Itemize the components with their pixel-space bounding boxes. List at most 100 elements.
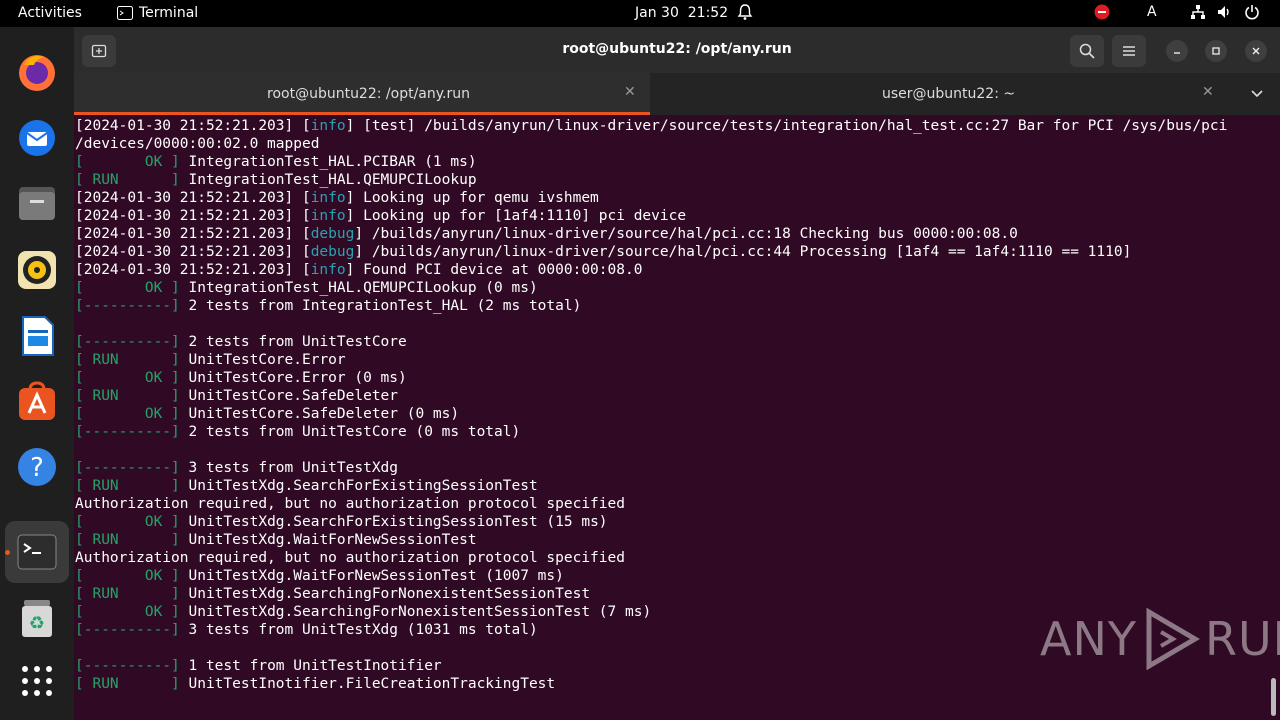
terminal-line: [ RUN ] UnitTestXdg.SearchForExistingSes… [75, 477, 1227, 495]
clock[interactable]: Jan 30 21:52 [635, 5, 728, 21]
status-tag: [ OK ] [75, 514, 180, 530]
tab-root[interactable]: root@ubuntu22: /opt/any.run ✕ [74, 73, 650, 115]
line-text: UnitTestCore.Error [179, 352, 346, 368]
status-tag: [----------] [75, 460, 180, 476]
show-apps-icon[interactable] [16, 660, 58, 702]
tab-label: root@ubuntu22: /opt/any.run [267, 86, 470, 102]
clock-time: 21:52 [687, 5, 729, 21]
log-level: debug [310, 244, 355, 260]
hamburger-icon [1123, 46, 1135, 56]
terminal-line: [ RUN ] UnitTestXdg.SearchingForNonexist… [75, 585, 1227, 603]
line-text: 3 tests from UnitTestXdg [179, 460, 399, 476]
close-icon [1252, 47, 1260, 55]
minimize-button[interactable] [1166, 40, 1188, 62]
line-text: ] Looking up for qemu ivshmem [345, 190, 599, 206]
terminal-line: [ OK ] UnitTestCore.SafeDeleter (0 ms) [75, 405, 1227, 423]
status-tag: [----------] [75, 622, 180, 638]
running-indicator [5, 550, 10, 555]
watermark-text-right: RUN [1204, 612, 1280, 666]
maximize-button[interactable] [1205, 40, 1227, 62]
status-tag: [ OK ] [75, 154, 180, 170]
status-tag: [ RUN ] [75, 532, 180, 548]
line-text: UnitTestXdg.WaitForNewSessionTest [179, 532, 477, 548]
firefox-icon[interactable] [16, 51, 58, 93]
maximize-icon [1212, 47, 1220, 55]
terminal-line: [----------] 2 tests from IntegrationTes… [75, 297, 1227, 315]
search-icon [1079, 43, 1095, 59]
stop-icon[interactable] [1094, 4, 1110, 24]
terminal-line: [ RUN ] UnitTestXdg.WaitForNewSessionTes… [75, 531, 1227, 549]
log-level: debug [310, 226, 355, 242]
status-tag: [ OK ] [75, 280, 180, 296]
chevron-down-icon[interactable] [1250, 86, 1264, 104]
close-button[interactable] [1245, 40, 1267, 62]
input-language[interactable]: A [1147, 4, 1157, 20]
line-text: UnitTestXdg.SearchForExistingSessionTest [179, 478, 538, 494]
thunderbird-icon[interactable] [16, 116, 58, 158]
power-icon[interactable] [1244, 4, 1260, 24]
log-level: info [310, 262, 346, 278]
app-name: Terminal [139, 5, 199, 21]
writer-icon[interactable] [16, 315, 58, 357]
line-text: Authorization required, but no authoriza… [75, 550, 625, 566]
line-text: ] /builds/anyrun/linux-driver/source/hal… [354, 226, 1018, 242]
terminal-line: [2024-01-30 21:52:21.203] [info] [test] … [75, 117, 1227, 135]
log-level: info [310, 208, 346, 224]
terminal-line: [2024-01-30 21:52:21.203] [info] Looking… [75, 207, 1227, 225]
files-icon[interactable] [16, 182, 58, 224]
volume-icon[interactable] [1216, 4, 1232, 24]
line-text: 2 tests from UnitTestCore (0 ms total) [179, 424, 521, 440]
tab-user[interactable]: user@ubuntu22: ~ ✕ [650, 73, 1240, 115]
terminal-line: [ OK ] UnitTestXdg.SearchForExistingSess… [75, 513, 1227, 531]
terminal-line: [ RUN ] UnitTestCore.Error [75, 351, 1227, 369]
terminal-output: [2024-01-30 21:52:21.203] [info] [test] … [75, 117, 1227, 693]
log-level: info [310, 190, 346, 206]
tab-close-icon[interactable]: ✕ [624, 84, 636, 100]
terminal-line: [ OK ] UnitTestCore.Error (0 ms) [75, 369, 1227, 387]
line-text: Authorization required, but no authoriza… [75, 496, 625, 512]
anyrun-watermark: ANY RUN [1040, 608, 1280, 670]
help-icon[interactable]: ? [16, 446, 58, 488]
trash-icon[interactable]: ♻ [16, 597, 58, 639]
terminal-line: [ RUN ] IntegrationTest_HAL.QEMUPCILooku… [75, 171, 1227, 189]
tab-bar: root@ubuntu22: /opt/any.run ✕ user@ubunt… [74, 73, 1280, 115]
terminal-line: [2024-01-30 21:52:21.203] [info] Looking… [75, 189, 1227, 207]
status-tag: [ RUN ] [75, 172, 180, 188]
svg-text:♻: ♻ [29, 613, 45, 634]
top-bar: Activities Terminal Jan 30 21:52 A [0, 0, 1280, 27]
line-text: UnitTestCore.SafeDeleter [179, 388, 399, 404]
scrollbar[interactable] [1271, 678, 1276, 716]
bell-icon[interactable] [737, 3, 753, 25]
terminal-line: [ OK ] UnitTestXdg.WaitForNewSessionTest… [75, 567, 1227, 585]
status-tag: [ RUN ] [75, 586, 180, 602]
status-tag: [ RUN ] [75, 388, 180, 404]
terminal-line: [2024-01-30 21:52:21.203] [info] Found P… [75, 261, 1227, 279]
app-center-icon[interactable] [16, 380, 58, 422]
line-text: [2024-01-30 21:52:21.203] [ [75, 118, 311, 134]
app-menu[interactable]: Terminal [117, 5, 198, 21]
line-text: UnitTestXdg.WaitForNewSessionTest (1007 … [179, 568, 564, 584]
clock-date: Jan 30 [635, 5, 679, 21]
line-text: [2024-01-30 21:52:21.203] [ [75, 226, 311, 242]
window-titlebar[interactable]: root@ubuntu22: /opt/any.run [74, 27, 1280, 73]
tab-close-icon[interactable]: ✕ [1202, 84, 1214, 100]
line-text: IntegrationTest_HAL.PCIBAR (1 ms) [179, 154, 477, 170]
status-tag: [ RUN ] [75, 352, 180, 368]
activities-button[interactable]: Activities [18, 5, 82, 21]
menu-button[interactable] [1112, 35, 1146, 67]
network-icon[interactable] [1190, 4, 1206, 24]
line-text: ] Looking up for [1af4:1110] pci device [345, 208, 687, 224]
search-button[interactable] [1070, 35, 1104, 67]
line-text: /devices/0000:00:02.0 mapped [75, 136, 320, 152]
terminal-line: [ RUN ] UnitTestCore.SafeDeleter [75, 387, 1227, 405]
status-tag: [ RUN ] [75, 676, 180, 692]
terminal-line: [ OK ] IntegrationTest_HAL.PCIBAR (1 ms) [75, 153, 1227, 171]
tab-label: user@ubuntu22: ~ [882, 86, 1016, 102]
terminal-line: [2024-01-30 21:52:21.203] [debug] /build… [75, 225, 1227, 243]
terminal-line: [2024-01-30 21:52:21.203] [debug] /build… [75, 243, 1227, 261]
play-icon [1146, 608, 1200, 670]
rhythmbox-icon[interactable] [16, 249, 58, 291]
line-text: ] Found PCI device at 0000:00:08.0 [345, 262, 643, 278]
terminal-icon[interactable] [16, 531, 58, 573]
